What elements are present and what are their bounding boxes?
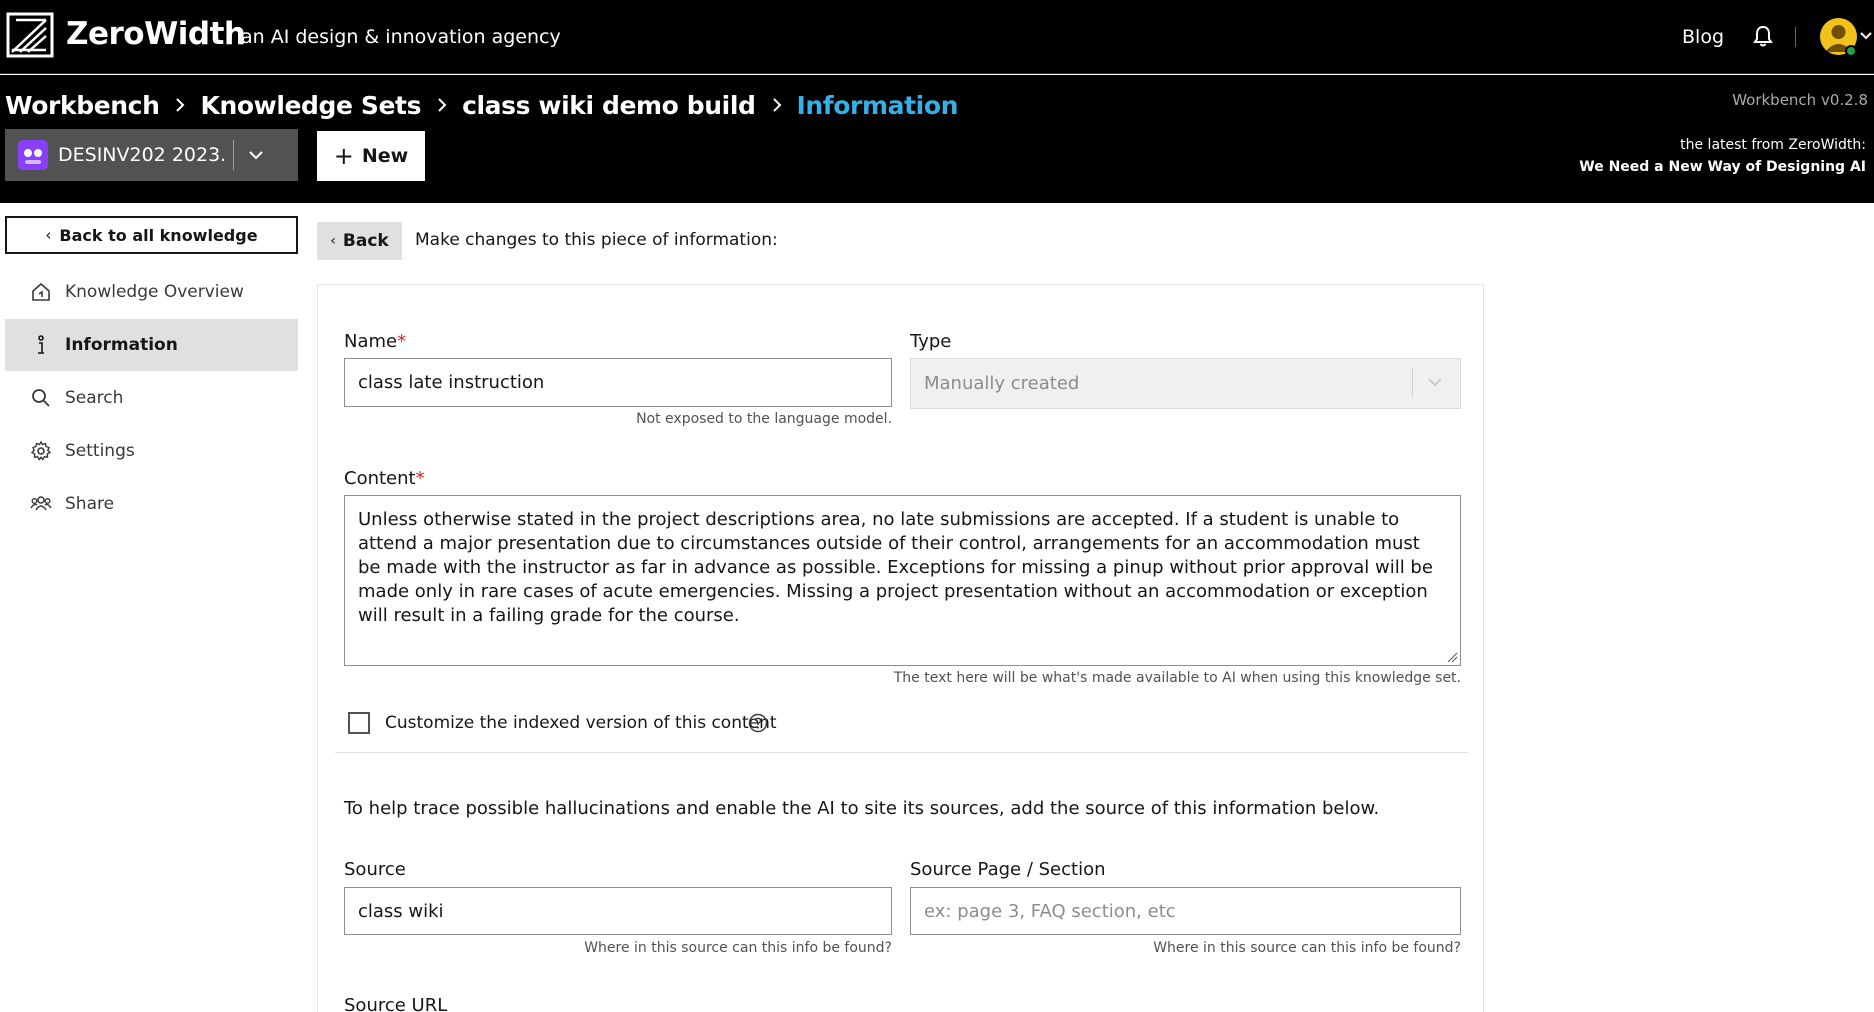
blog-link[interactable]: Blog — [1682, 26, 1724, 48]
online-status-dot — [1845, 45, 1857, 57]
top-navigation-bar: ZeroWidth an AI design & innovation agen… — [0, 0, 1874, 74]
back-button[interactable]: ‹ Back — [317, 222, 402, 260]
source-helper-text: Where in this source can this info be fo… — [584, 940, 892, 956]
brand-name[interactable]: ZeroWidth — [66, 16, 246, 52]
topbar-divider — [1795, 27, 1796, 47]
back-to-all-knowledge-label: Back to all knowledge — [59, 225, 258, 245]
type-select-divider — [1412, 367, 1413, 397]
customize-index-checkbox[interactable] — [348, 712, 370, 734]
name-label: Name* — [344, 331, 406, 352]
name-input[interactable]: class late instruction — [344, 358, 892, 407]
content-text: Unless otherwise stated in the project d… — [358, 509, 1433, 626]
sidebar-item-label: Share — [65, 494, 115, 514]
information-form: Name* class late instruction Not exposed… — [317, 284, 1484, 1012]
chevron-left-icon: ‹ — [330, 233, 336, 249]
sidebar-item-label: Settings — [65, 441, 135, 461]
project-selector-divider — [233, 140, 234, 170]
back-to-all-knowledge-button[interactable]: ‹ Back to all knowledge — [5, 216, 298, 254]
gear-icon — [30, 440, 52, 461]
source-page-label: Source Page / Section — [910, 859, 1106, 880]
resize-handle-icon[interactable] — [1447, 652, 1458, 663]
required-asterisk: * — [415, 468, 425, 489]
info-icon — [38, 335, 44, 354]
chevron-down-icon[interactable] — [249, 150, 263, 160]
latest-label: the latest from ZeroWidth: — [1680, 137, 1866, 153]
source-page-input[interactable]: ex: page 3, FAQ section, etc — [910, 887, 1461, 935]
source-label: Source — [344, 859, 406, 880]
sidebar-item-label: Search — [65, 388, 124, 408]
sidebar-item-settings[interactable]: Settings — [5, 425, 298, 477]
chevron-right-icon — [176, 98, 185, 112]
latest-article-link[interactable]: We Need a New Way of Designing AI — [1579, 159, 1866, 175]
help-icon[interactable] — [748, 713, 768, 733]
source-instructions-text: To help trace possible hallucinations an… — [344, 798, 1380, 819]
people-icon — [30, 496, 52, 511]
section-divider — [335, 752, 1468, 753]
source-page-helper-text: Where in this source can this info be fo… — [1153, 940, 1461, 956]
type-select[interactable]: Manually created — [910, 358, 1461, 409]
content-label-text: Content — [344, 468, 416, 489]
sidebar-item-share[interactable]: Share — [5, 478, 298, 530]
breadcrumb: Workbench Knowledge Sets class wiki demo… — [5, 87, 958, 123]
new-button-label: New — [361, 145, 409, 167]
type-label: Type — [910, 331, 952, 352]
content-helper-text: The text here will be what's made availa… — [893, 670, 1461, 686]
source-url-label: Source URL — [344, 995, 448, 1012]
breadcrumb-workbench[interactable]: Workbench — [5, 91, 160, 120]
name-helper-text: Not exposed to the language model. — [636, 411, 892, 427]
plus-icon: + — [333, 142, 354, 170]
sidebar-item-knowledge-overview[interactable]: Knowledge Overview — [5, 266, 298, 318]
sidebar-item-label: Information — [65, 335, 178, 355]
version-label: Workbench v0.2.8 — [1732, 91, 1868, 109]
back-button-label: Back — [342, 231, 389, 251]
chevron-left-icon: ‹ — [45, 226, 52, 244]
brand-tagline: an AI design & innovation agency — [241, 26, 561, 48]
sidebar-item-search[interactable]: Search — [5, 372, 298, 424]
content-textarea[interactable]: Unless otherwise stated in the project d… — [344, 495, 1461, 666]
content-label: Content* — [344, 468, 425, 489]
notification-bell-icon[interactable] — [1752, 24, 1774, 48]
customize-index-label[interactable]: Customize the indexed version of this co… — [385, 713, 777, 733]
chevron-down-icon[interactable] — [1860, 32, 1872, 40]
chevron-right-icon — [438, 98, 447, 112]
name-label-text: Name — [344, 331, 398, 352]
edit-intro-text: Make changes to this piece of informatio… — [415, 230, 778, 250]
search-icon — [32, 389, 50, 407]
breadcrumb-knowledge-sets[interactable]: Knowledge Sets — [200, 91, 421, 120]
chevron-right-icon — [772, 98, 781, 112]
required-asterisk: * — [397, 331, 407, 352]
project-avatar-icon — [18, 140, 48, 170]
breadcrumb-knowledge-set[interactable]: class wiki demo build — [462, 91, 756, 120]
project-selector[interactable]: DESINV202 2023... — [5, 129, 298, 181]
workbench-header: Workbench Knowledge Sets class wiki demo… — [0, 75, 1874, 203]
breadcrumb-current: Information — [796, 90, 959, 120]
zerowidth-logo-icon[interactable] — [6, 12, 54, 58]
source-input[interactable]: class wiki — [344, 887, 892, 935]
chevron-down-icon — [1428, 378, 1442, 387]
sidebar-item-information[interactable]: Information — [5, 319, 298, 371]
new-button[interactable]: + New — [317, 131, 425, 181]
sidebar-item-label: Knowledge Overview — [65, 282, 244, 302]
project-name: DESINV202 2023... — [58, 144, 224, 166]
home-icon — [32, 282, 50, 301]
